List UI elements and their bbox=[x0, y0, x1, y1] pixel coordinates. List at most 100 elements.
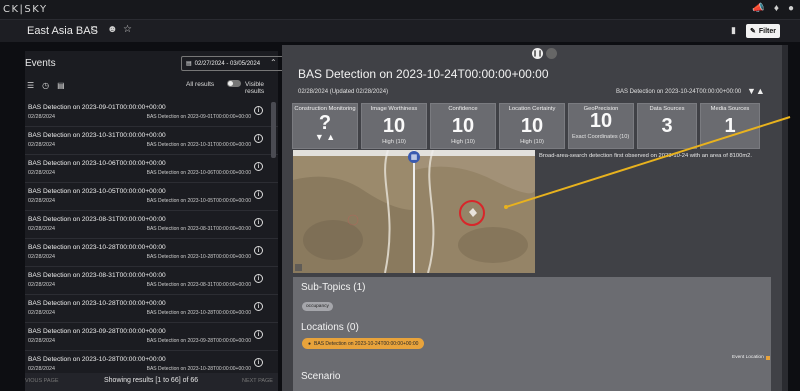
gallery-icon[interactable]: ▦ bbox=[408, 151, 420, 163]
location-chip[interactable]: ● BAS Detection on 2023-10-24T00:00:00+0… bbox=[302, 338, 425, 349]
pin-icon: ● bbox=[308, 340, 312, 347]
event-title: BAS Detection on 2023-10-06T00:00:00+00:… bbox=[28, 160, 166, 167]
info-icon[interactable]: i bbox=[254, 330, 263, 339]
list-item[interactable]: BAS Detection on 2023-10-28T00:00:00+00:… bbox=[25, 295, 278, 323]
metric-card-data-sources: Data Sources 3 bbox=[637, 103, 697, 149]
event-date: 02/28/2024 bbox=[28, 366, 55, 372]
metric-value: 1 bbox=[724, 115, 736, 137]
info-icon[interactable]: i bbox=[254, 190, 263, 199]
clock-icon[interactable]: ◷ bbox=[42, 81, 49, 90]
event-subtitle: BAS Detection on 2023-10-28T00:00:00+00:… bbox=[146, 310, 251, 316]
metric-card-geoprecision: GeoPrecision 10 Exact Coordinates (10) bbox=[568, 103, 634, 149]
star-icon[interactable]: ☆ bbox=[123, 24, 132, 35]
location-chip-label: BAS Detection on 2023-10-24T00:00:00+00:… bbox=[314, 340, 419, 347]
subtopic-chip[interactable]: occupancy bbox=[302, 302, 333, 311]
subtopics-title: Sub-Topics (1) bbox=[301, 282, 366, 293]
date-range-picker[interactable]: ▤ 02/27/2024 - 03/05/2024 bbox=[181, 56, 284, 71]
filter-button[interactable]: ✎ Filter bbox=[746, 24, 780, 38]
info-icon[interactable]: i bbox=[254, 106, 263, 115]
results-toggle[interactable] bbox=[227, 80, 241, 87]
metric-label: Image Worthiness bbox=[370, 106, 418, 112]
view-toggle[interactable]: ❙❙ bbox=[532, 48, 557, 59]
event-subtitle: BAS Detection on 2023-10-06T00:00:00+00:… bbox=[146, 170, 251, 176]
info-icon[interactable]: i bbox=[254, 274, 263, 283]
event-title: BAS Detection on 2023-10-05T00:00:00+00:… bbox=[28, 188, 166, 195]
detail-scrollbar[interactable] bbox=[782, 45, 788, 391]
top-icons: 📣 ♦ ● bbox=[752, 3, 794, 14]
info-icon[interactable]: i bbox=[254, 218, 263, 227]
event-title: BAS Detection on 2023-09-01T00:00:00+00:… bbox=[28, 104, 166, 111]
print-icon[interactable]: ▮ bbox=[731, 25, 736, 36]
event-date: 02/28/2024 bbox=[28, 282, 55, 288]
events-title: Events bbox=[25, 58, 56, 69]
info-icon[interactable]: i bbox=[254, 162, 263, 171]
info-icon[interactable]: i bbox=[254, 134, 263, 143]
list-item[interactable]: BAS Detection on 2023-10-31T00:00:00+00:… bbox=[25, 127, 278, 155]
event-title: BAS Detection on 2023-10-28T00:00:00+00:… bbox=[28, 356, 166, 363]
pause-icon[interactable]: ❙❙ bbox=[532, 48, 543, 59]
export-icon[interactable]: ▤ bbox=[57, 81, 65, 90]
metric-label: Confidence bbox=[448, 106, 478, 112]
account-icon[interactable]: ● bbox=[788, 3, 794, 14]
list-icon[interactable]: ☰ bbox=[27, 81, 34, 90]
brand-logo[interactable]: CK|SKY bbox=[3, 4, 48, 15]
metric-card-media-sources: Media Sources 1 bbox=[700, 103, 760, 149]
metric-sub: Exact Coordinates (10) bbox=[572, 134, 630, 140]
event-title: BAS Detection on 2023-08-31T00:00:00+00:… bbox=[28, 216, 166, 223]
list-item[interactable]: BAS Detection on 2023-08-31T00:00:00+00:… bbox=[25, 211, 278, 239]
event-title: BAS Detection on 2023-10-28T00:00:00+00:… bbox=[28, 244, 166, 251]
project-title: East Asia BAS bbox=[27, 25, 98, 37]
metric-value: 10 bbox=[589, 110, 613, 132]
event-date: 02/28/2024 bbox=[28, 254, 55, 260]
list-item[interactable]: BAS Detection on 2023-10-28T00:00:00+00:… bbox=[25, 351, 278, 373]
shadow-left bbox=[303, 220, 363, 260]
metric-sub: High (10) bbox=[451, 139, 475, 145]
event-title: BAS Detection on 2023-10-31T00:00:00+00:… bbox=[28, 132, 166, 139]
info-icon[interactable]: i bbox=[254, 302, 263, 311]
event-subtitle: BAS Detection on 2023-09-01T00:00:00+00:… bbox=[146, 114, 251, 120]
list-item[interactable]: BAS Detection on 2023-10-06T00:00:00+00:… bbox=[25, 155, 278, 183]
event-subtitle: BAS Detection on 2023-10-31T00:00:00+00:… bbox=[146, 142, 251, 148]
zoom-control[interactable] bbox=[295, 264, 302, 271]
users-icon[interactable]: ☻ bbox=[107, 24, 118, 35]
top-bar: CK|SKY 📣 ♦ ● bbox=[0, 0, 800, 20]
metric-label: Data Sources bbox=[649, 106, 685, 112]
event-title: BAS Detection on 2023-08-31T00:00:00+00:… bbox=[28, 272, 166, 279]
satellite-imagery[interactable] bbox=[293, 150, 535, 273]
bell-icon[interactable]: ♦ bbox=[774, 3, 779, 14]
list-item[interactable]: BAS Detection on 2023-09-01T00:00:00+00:… bbox=[25, 99, 278, 127]
next-page-button[interactable]: NEXT PAGE bbox=[242, 378, 273, 384]
list-item[interactable]: BAS Detection on 2023-08-31T00:00:00+00:… bbox=[25, 267, 278, 295]
event-date: 02/28/2024 bbox=[28, 170, 55, 176]
list-item[interactable]: BAS Detection on 2023-10-28T00:00:00+00:… bbox=[25, 239, 278, 267]
event-location-label: Event Location bbox=[732, 355, 764, 360]
right-image-header bbox=[415, 150, 535, 156]
metric-card-location-certainty: Location Certainty 10 High (10) bbox=[499, 103, 565, 149]
thumbs-icons[interactable]: ▼ ▲ bbox=[293, 132, 357, 142]
metric-value: 10 bbox=[520, 115, 544, 137]
collapse-chevron-icon[interactable]: ⌃ bbox=[270, 58, 277, 67]
list-item[interactable]: BAS Detection on 2023-10-05T00:00:00+00:… bbox=[25, 183, 278, 211]
imagery-svg bbox=[293, 150, 535, 273]
metric-value: 3 bbox=[661, 115, 673, 137]
previous-page-button[interactable]: VIOUS PAGE bbox=[25, 378, 59, 384]
event-date: 02/28/2024 bbox=[28, 310, 55, 316]
legend-swatch bbox=[765, 355, 770, 360]
event-subtitle: BAS Detection on 2023-09-28T00:00:00+00:… bbox=[146, 338, 251, 344]
announcement-icon[interactable]: 📣 bbox=[752, 3, 764, 14]
event-location-legend: Event Location bbox=[732, 355, 770, 360]
visible-results-label: Visible results bbox=[245, 81, 265, 95]
event-subtitle: BAS Detection on 2023-10-05T00:00:00+00:… bbox=[146, 198, 251, 204]
thumbs-rating-icons[interactable]: ▼▲ bbox=[747, 86, 765, 96]
toggle-dot[interactable] bbox=[546, 48, 557, 59]
event-date: 02/28/2024 bbox=[28, 198, 55, 204]
list-item[interactable]: BAS Detection on 2023-09-28T00:00:00+00:… bbox=[25, 323, 278, 351]
detail-event-name: BAS Detection on 2023-10-24T00:00:00+00:… bbox=[616, 89, 742, 95]
event-title: BAS Detection on 2023-10-28T00:00:00+00:… bbox=[28, 300, 166, 307]
info-icon[interactable]: i bbox=[254, 358, 263, 367]
metric-sub: High (10) bbox=[382, 139, 406, 145]
image-divider bbox=[413, 150, 415, 273]
event-list-scrollbar[interactable] bbox=[271, 102, 276, 158]
info-icon[interactable]: i bbox=[254, 246, 263, 255]
document-icon[interactable]: □ bbox=[91, 24, 97, 35]
